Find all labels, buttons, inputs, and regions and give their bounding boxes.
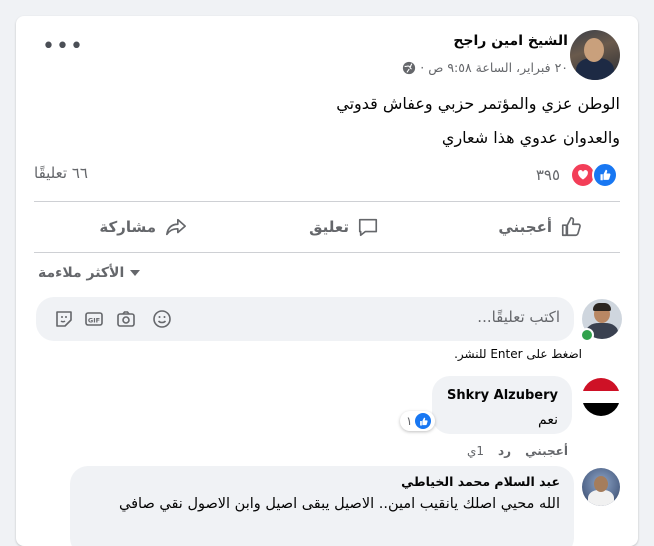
like-button[interactable]: أعجبني	[498, 212, 582, 242]
sticker-icon[interactable]	[54, 309, 74, 329]
post-timestamp[interactable]: ٢٠ فبراير، الساعة ٩:٥٨ ص ·	[420, 60, 568, 75]
post-text-line-2: والعدوان عدوي هذا شعاري	[441, 128, 620, 147]
comment-icon	[358, 218, 378, 237]
comment-timestamp[interactable]: 1ي	[467, 444, 484, 458]
more-options-icon[interactable]: •••	[42, 36, 84, 58]
sort-label: الأكثر ملاءمة	[38, 265, 125, 281]
svg-text:GIF: GIF	[88, 317, 100, 325]
comment-text: نعم	[538, 412, 558, 428]
author-avatar[interactable]	[570, 30, 620, 80]
comment-like-button[interactable]: أعجبني	[525, 444, 568, 458]
commenter-avatar[interactable]	[582, 468, 620, 506]
divider	[34, 201, 620, 202]
comment-reply-button[interactable]: رد	[498, 444, 511, 458]
like-label: أعجبني	[498, 218, 552, 236]
enter-to-post-hint: اضغط على Enter للنشر.	[454, 347, 582, 361]
like-reaction-icon	[592, 162, 618, 188]
comment-label: تعليق	[309, 218, 349, 236]
like-reaction-icon	[415, 413, 432, 429]
reaction-summary[interactable]: ٣٩٥	[536, 162, 618, 188]
comments-count[interactable]: ٦٦ تعليقًا	[34, 164, 88, 182]
commenter-avatar[interactable]	[582, 378, 620, 416]
gif-icon[interactable]: GIF	[84, 309, 104, 329]
camera-icon[interactable]	[116, 309, 136, 329]
share-label: مشاركة	[99, 218, 156, 236]
post-meta: ٢٠ فبراير، الساعة ٩:٥٨ ص ·	[402, 60, 568, 75]
reaction-count: ٣٩٥	[535, 166, 560, 184]
comment-actions: أعجبني رد 1ي	[467, 444, 568, 458]
post-author[interactable]: الشيخ امين راجح	[453, 33, 568, 49]
comment-bubble: Shkry Alzubery نعم	[432, 376, 572, 434]
comment-input[interactable]	[258, 307, 562, 327]
online-status-dot	[580, 328, 594, 342]
comment-bubble: عبد السلام محمد الخياطي الله محيي اصلك ي…	[70, 466, 574, 546]
divider	[34, 252, 620, 253]
thumbs-up-icon	[561, 217, 581, 237]
share-button[interactable]: مشاركة	[99, 212, 188, 242]
comment-composer: GIF	[36, 297, 574, 341]
comment-text: الله محيي اصلك يانقيب امين.. الاصيل يبقى…	[119, 496, 560, 512]
share-icon	[166, 218, 186, 236]
comment-author[interactable]: عبد السلام محمد الخياطي	[401, 474, 560, 489]
globe-icon	[403, 61, 416, 74]
comment-button[interactable]: تعليق	[309, 212, 379, 242]
chevron-down-icon	[130, 270, 141, 276]
comment-sort-dropdown[interactable]: الأكثر ملاءمة	[38, 265, 141, 281]
comment-reaction-chip[interactable]: ١	[400, 411, 436, 431]
comment-author[interactable]: Shkry Alzubery	[447, 388, 558, 403]
emoji-icon[interactable]	[152, 309, 172, 329]
comment-reaction-count: ١	[406, 414, 413, 428]
post-card: الشيخ امين راجح ٢٠ فبراير، الساعة ٩:٥٨ ص…	[16, 16, 638, 546]
post-text-line-1: الوطن عزي والمؤتمر حزبي وعفاش قدوتي	[336, 94, 620, 113]
